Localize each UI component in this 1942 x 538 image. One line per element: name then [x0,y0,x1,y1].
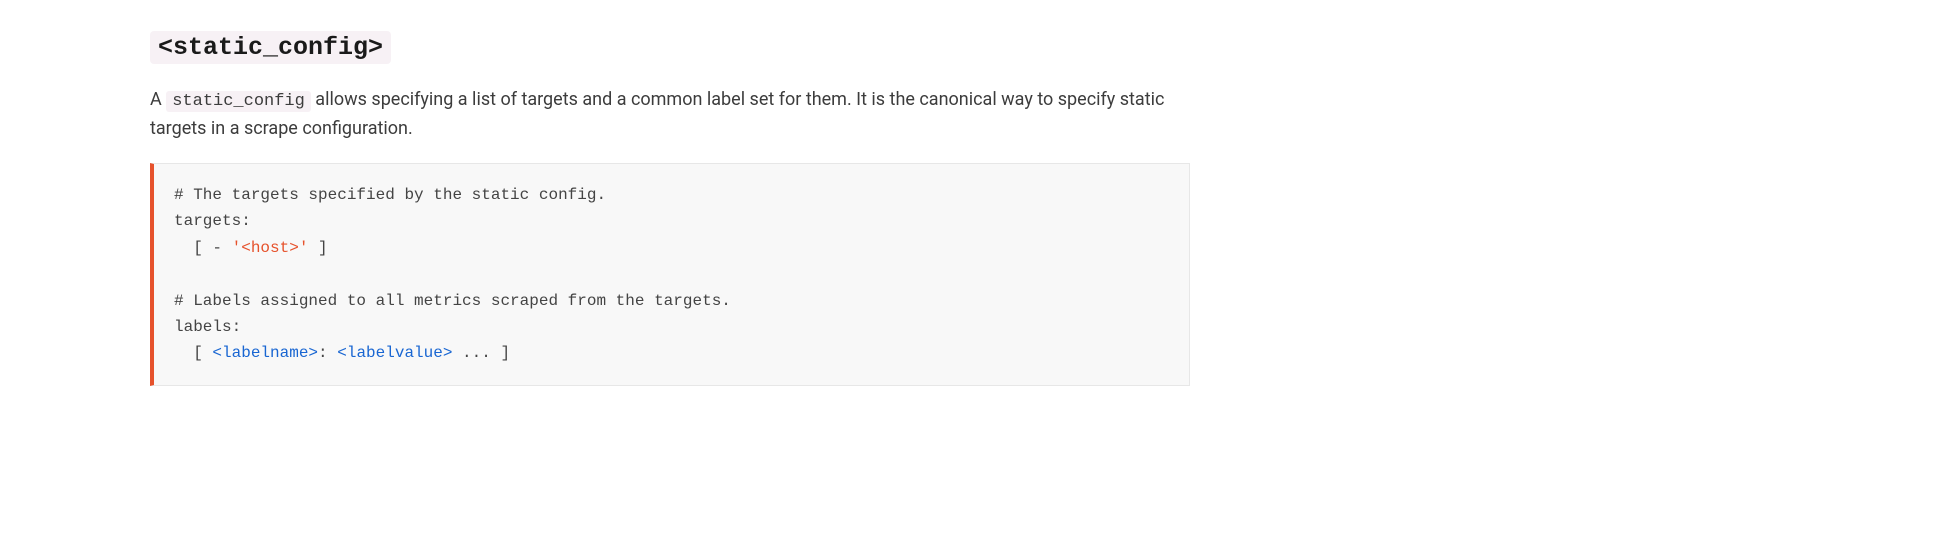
doc-section: <static_config> A static_config allows s… [150,28,1190,386]
code-link-labelname[interactable]: <labelname> [212,344,318,362]
code-link-labelvalue[interactable]: <labelvalue> [337,344,452,362]
code-block: # The targets specified by the static co… [150,163,1190,386]
desc-inline-code: static_config [166,91,311,112]
code-line: # The targets specified by the static co… [174,186,606,204]
code-line-seg: ] [308,239,327,257]
code-line-seg: ... ] [452,344,510,362]
code-line-seg: [ [174,344,212,362]
desc-text-pre: A [150,89,166,110]
section-heading: <static_config> [150,28,1190,68]
section-description: A static_config allows specifying a list… [150,86,1190,143]
code-line: labels: [174,318,241,336]
heading-code: <static_config> [150,31,391,64]
code-string-host: '<host>' [232,239,309,257]
code-line: # Labels assigned to all metrics scraped… [174,292,731,310]
code-line-seg: : [318,344,337,362]
code-line: targets: [174,212,251,230]
code-line-seg: [ - [174,239,232,257]
